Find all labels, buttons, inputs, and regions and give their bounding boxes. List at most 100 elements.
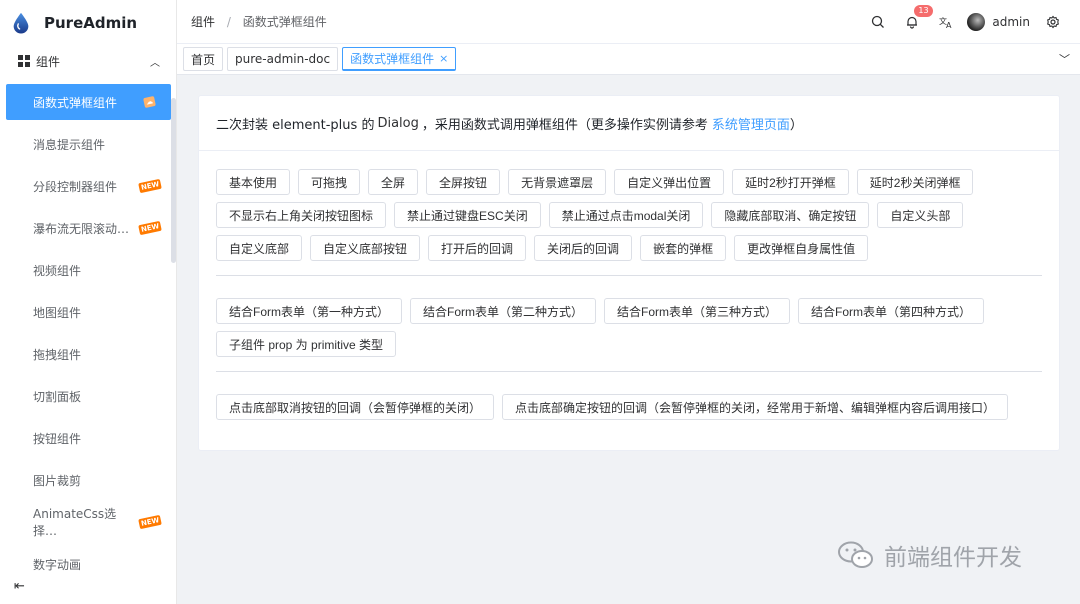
user-menu[interactable]: admin [967, 12, 1030, 31]
demo-button[interactable]: 无背景遮罩层 [508, 169, 607, 195]
card-title-suffix: ，采用函数式调用弹框组件（更多操作实例请参考 [421, 117, 708, 133]
demo-button[interactable]: 全屏 [368, 169, 419, 195]
demo-button[interactable]: 点击底部取消按钮的回调（会暂停弹框的关闭） [216, 394, 495, 420]
watermark: 前端组件开发 [836, 538, 1022, 572]
sidebar-item-label: 按钮组件 [33, 431, 82, 446]
collapse-menu-icon[interactable]: ⇤ [14, 579, 25, 594]
menu-group-components[interactable]: 组件 ︿ [0, 46, 176, 76]
sidebar: PureAdmin 组件 ︿ 函数式弹框组件 ☁ 消息提示组件 分段控制器组件 NEW 瀑… [0, 0, 177, 604]
button-group-callback: 点击底部取消按钮的回调（会暂停弹框的关闭） 点击底部确定按钮的回调（会暂停弹框的关… [216, 394, 1042, 427]
tab-home[interactable]: 首页 [183, 47, 224, 71]
demo-button[interactable]: 基本使用 [216, 169, 291, 195]
card-title-dialog: Dialog [377, 115, 419, 131]
sidebar-item-label: 消息提示组件 [33, 137, 106, 152]
demo-button[interactable]: 更改弹框自身属性值 [734, 235, 869, 261]
sidebar-item-label: 函数式弹框组件 [33, 95, 118, 110]
demo-button[interactable]: 嵌套的弹框 [640, 235, 727, 261]
demo-button[interactable]: 结合Form表单（第四种方式） [798, 298, 984, 324]
tab-dialog-component[interactable]: 函数式弹框组件 × [342, 47, 457, 71]
search-icon[interactable] [861, 15, 895, 29]
chevron-down-icon[interactable]: ﹀ [1059, 51, 1070, 67]
new-badge-icon: NEW [137, 514, 162, 530]
dialog-demo-card: 二次封装 element-plus 的 Dialog ，采用函数式调用弹框组件（… [198, 95, 1060, 451]
sidebar-item[interactable]: 瀑布流无限滚动… NEW [0, 207, 177, 249]
system-management-link[interactable]: 系统管理页面 [712, 114, 790, 133]
tab-bar: 首页 pure-admin-doc 函数式弹框组件 × ﹀ [177, 44, 1080, 75]
demo-button[interactable]: 结合Form表单（第一种方式） [216, 298, 402, 324]
avatar [967, 12, 986, 31]
demo-button[interactable]: 自定义底部按钮 [310, 235, 421, 261]
demo-button[interactable]: 点击底部确定按钮的回调（会暂停弹框的关闭，经常用于新增、编辑弹框内容后调用接口） [502, 394, 1009, 420]
demo-button[interactable]: 结合Form表单（第三种方式） [604, 298, 790, 324]
breadcrumb-item[interactable]: 组件 [191, 15, 215, 29]
sidebar-item[interactable]: 切割面板 [0, 375, 177, 417]
button-group-form: 结合Form表单（第一种方式） 结合Form表单（第二种方式） 结合Form表单（第… [216, 298, 1042, 364]
header: 组件 / 函数式弹框组件 13 文A admin [177, 0, 1080, 44]
card-body: 基本使用 可拖拽 全屏 全屏按钮 无背景遮罩层 自定义弹出位置 延时2秒打开弹框 延时2秒关闭… [199, 151, 1059, 427]
close-icon[interactable]: × [439, 52, 448, 65]
sidebar-item[interactable]: 拖拽组件 [0, 333, 177, 375]
logo[interactable]: PureAdmin [0, 0, 176, 46]
demo-button[interactable]: 结合Form表单（第二种方式） [410, 298, 596, 324]
demo-button[interactable]: 自定义弹出位置 [614, 169, 725, 195]
demo-button[interactable]: 自定义头部 [877, 202, 964, 228]
chevron-up-icon: ︿ [150, 57, 160, 69]
demo-button[interactable]: 延时2秒打开弹框 [732, 169, 849, 195]
sidebar-item[interactable]: 分段控制器组件 NEW [0, 165, 177, 207]
settings-gear-icon[interactable] [1036, 15, 1070, 29]
demo-button[interactable]: 打开后的回调 [428, 235, 527, 261]
card-title-end: ） [789, 117, 803, 133]
sidebar-item[interactable]: 消息提示组件 [0, 123, 177, 165]
menu-list: 函数式弹框组件 ☁ 消息提示组件 分段控制器组件 NEW 瀑布流无限滚动… NEW 视频组件地… [0, 81, 177, 571]
sidebar-item[interactable]: 函数式弹框组件 ☁ [6, 84, 171, 120]
translate-icon[interactable]: 文A [929, 15, 963, 29]
demo-button[interactable]: 禁止通过点击modal关闭 [548, 202, 704, 228]
tab-pure-admin-doc[interactable]: pure-admin-doc [227, 47, 339, 71]
breadcrumb-separator: / [226, 15, 231, 29]
sidebar-item[interactable]: 视频组件 [0, 249, 177, 291]
user-name: admin [992, 14, 1030, 29]
demo-button[interactable]: 子组件 prop 为 primitive 类型 [216, 331, 397, 357]
bell-icon[interactable]: 13 [895, 4, 933, 29]
card-header: 二次封装 element-plus 的 Dialog ，采用函数式调用弹框组件（… [199, 96, 1059, 151]
sidebar-item-label: 切割面板 [33, 389, 82, 404]
wechat-icon [838, 541, 873, 568]
new-badge-icon: NEW [137, 220, 162, 236]
tab-label: pure-admin-doc [235, 52, 331, 66]
new-badge-icon: NEW [137, 178, 162, 194]
sidebar-item[interactable]: 数字动画 [0, 543, 177, 572]
breadcrumb: 组件 / 函数式弹框组件 [191, 13, 327, 30]
sidebar-item[interactable]: AnimateCss选择… NEW [0, 501, 177, 543]
demo-button[interactable]: 禁止通过键盘ESC关闭 [394, 202, 541, 228]
sidebar-item-label: 图片裁剪 [33, 473, 82, 488]
sidebar-item[interactable]: 图片裁剪 [0, 459, 177, 501]
demo-button[interactable]: 关闭后的回调 [534, 235, 633, 261]
button-group-basic: 基本使用 可拖拽 全屏 全屏按钮 无背景遮罩层 自定义弹出位置 延时2秒打开弹框 延时2秒关闭… [216, 169, 1042, 268]
header-actions: 13 文A admin [861, 0, 1080, 44]
sidebar-item-label: 视频组件 [33, 263, 82, 278]
sidebar-item-label: AnimateCss选择… [33, 507, 117, 538]
tab-label: 首页 [191, 52, 216, 67]
logo-drop-icon [13, 12, 29, 34]
tab-label: 函数式弹框组件 [350, 52, 435, 66]
sidebar-item[interactable]: 按钮组件 [0, 417, 177, 459]
breadcrumb-current: 函数式弹框组件 [242, 15, 327, 29]
demo-button[interactable]: 不显示右上角关闭按钮图标 [216, 202, 387, 228]
sidebar-item-label: 拖拽组件 [33, 347, 82, 362]
cloud-badge-icon: ☁ [143, 95, 156, 109]
menu-group-label: 组件 [36, 54, 61, 69]
demo-button[interactable]: 全屏按钮 [426, 169, 501, 195]
sidebar-item-label: 数字动画 [33, 557, 82, 572]
sidebar-item-label: 分段控制器组件 [33, 179, 118, 194]
card-title-prefix: 二次封装 element-plus 的 [216, 117, 375, 133]
demo-button[interactable]: 隐藏底部取消、确定按钮 [711, 202, 870, 228]
divider [216, 371, 1042, 372]
sidebar-item-label: 瀑布流无限滚动… [33, 221, 130, 236]
demo-button[interactable]: 延时2秒关闭弹框 [856, 169, 974, 195]
sidebar-item[interactable]: 地图组件 [0, 291, 177, 333]
demo-button[interactable]: 自定义底部 [216, 235, 303, 261]
grid-icon [18, 55, 30, 67]
demo-button[interactable]: 可拖拽 [298, 169, 361, 195]
sidebar-scrollbar[interactable] [171, 98, 176, 263]
sidebar-item-label: 地图组件 [33, 305, 82, 320]
